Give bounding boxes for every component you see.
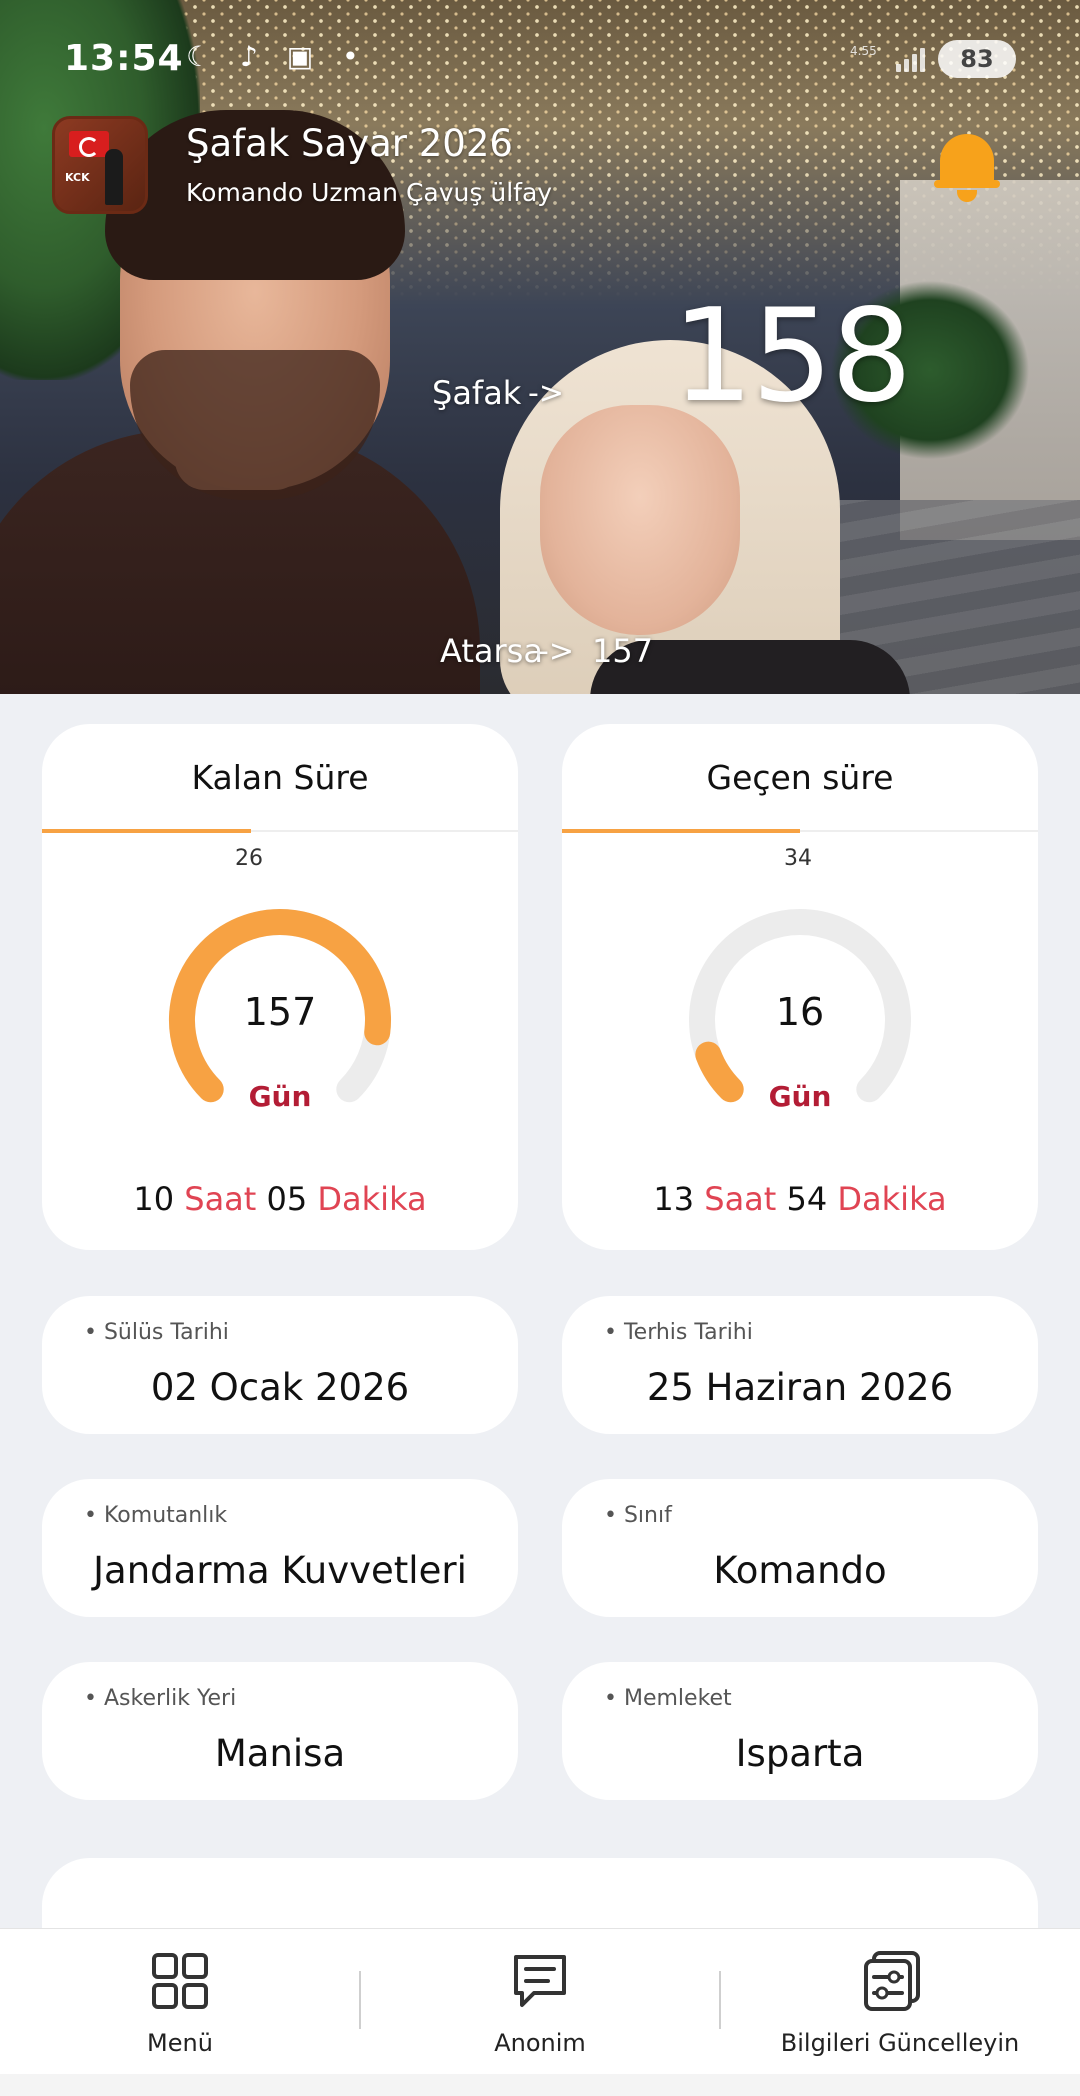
progress-number: 34 xyxy=(784,846,812,871)
hours-label: Saat xyxy=(704,1180,777,1218)
card-title: Kalan Süre xyxy=(191,758,369,797)
card-title: Geçen süre xyxy=(706,758,894,797)
enlist-date-card[interactable]: • Sülüs Tarihi 02 Ocak 2026 xyxy=(42,1296,518,1434)
atarsa-count: 157 xyxy=(592,632,654,670)
minutes-label: Dakika xyxy=(837,1180,947,1218)
flag-icon xyxy=(69,131,109,157)
elapsed-time-card[interactable]: Geçen süre 34 16 Gün 13 Saat 54 Dakika xyxy=(562,724,1038,1250)
safak-count: 158 xyxy=(672,282,912,431)
gauge-value: 16 xyxy=(775,990,825,1034)
minutes-label: Dakika xyxy=(317,1180,427,1218)
nav-label: Anonim xyxy=(494,2029,586,2057)
info-value: Isparta xyxy=(735,1732,865,1775)
chat-icon xyxy=(514,1955,566,2007)
nav-label: Menü xyxy=(147,2029,213,2057)
bell-icon[interactable] xyxy=(932,126,1002,206)
soldier-icon xyxy=(105,149,123,205)
atarsa-label: Atarsa xyxy=(440,632,543,670)
hometown-card[interactable]: • Memleket Isparta xyxy=(562,1662,1038,1800)
notification-icons: ☾ ♪ ▣ • xyxy=(186,40,369,73)
class-card[interactable]: • Sınıf Komando xyxy=(562,1479,1038,1617)
info-label: • Sınıf xyxy=(604,1503,672,1528)
info-value: Jandarma Kuvvetleri xyxy=(93,1549,467,1592)
app-title: Şafak Sayar 2026 xyxy=(186,122,513,165)
hero-photo-banner: 13:54 ☾ ♪ ▣ • 4.55 83 KCK Şafak Sayar 20… xyxy=(0,0,1080,694)
minutes-value: 54 xyxy=(786,1180,828,1218)
edit-settings-icon xyxy=(864,1951,920,2011)
progress-number: 26 xyxy=(235,846,263,871)
app-logo[interactable]: KCK xyxy=(52,116,148,214)
signal-icon xyxy=(896,48,932,72)
network-speed: 4.55 xyxy=(850,44,877,58)
nav-update-info-button[interactable]: Bilgileri Güncelleyin xyxy=(720,1929,1080,2069)
atarsa-arrow: -> xyxy=(538,634,574,669)
info-label: • Terhis Tarihi xyxy=(604,1320,753,1345)
system-nav-strip xyxy=(0,2074,1080,2096)
status-time: 13:54 xyxy=(64,38,184,79)
safak-arrow: -> xyxy=(528,376,564,411)
info-value: Manisa xyxy=(214,1732,346,1775)
info-label: • Askerlik Yeri xyxy=(84,1686,237,1711)
app-subtitle: Komando Uzman Çavuş ülfay xyxy=(186,178,553,207)
hours-value: 10 xyxy=(133,1180,175,1218)
remaining-time-card[interactable]: Kalan Süre 26 157 Gün 10 Saat 05 Dakika xyxy=(42,724,518,1250)
location-card[interactable]: • Askerlik Yeri Manisa xyxy=(42,1662,518,1800)
battery-icon: 83 xyxy=(938,40,1016,78)
info-value: Komando xyxy=(713,1549,887,1592)
discharge-date-card[interactable]: • Terhis Tarihi 25 Haziran 2026 xyxy=(562,1296,1038,1434)
info-value: 25 Haziran 2026 xyxy=(646,1366,954,1409)
command-card[interactable]: • Komutanlık Jandarma Kuvvetleri xyxy=(42,1479,518,1617)
status-bar: 13:54 ☾ ♪ ▣ • 4.55 83 xyxy=(0,0,1080,110)
progress-bar xyxy=(562,829,800,833)
gauge-value: 157 xyxy=(243,990,317,1034)
info-value: 02 Ocak 2026 xyxy=(150,1366,410,1409)
info-label: • Komutanlık xyxy=(84,1503,228,1528)
hours-label: Saat xyxy=(184,1180,257,1218)
nav-anon-button[interactable]: Anonim xyxy=(360,1929,720,2069)
grid-icon xyxy=(152,1953,208,2009)
gauge-unit: Gün xyxy=(768,1080,832,1113)
hours-value: 13 xyxy=(653,1180,695,1218)
remaining-time-detail: 10 Saat 05 Dakika xyxy=(42,1180,518,1218)
elapsed-time-detail: 13 Saat 54 Dakika xyxy=(562,1180,1038,1218)
info-label: • Memleket xyxy=(604,1686,732,1711)
gauge-unit: Gün xyxy=(248,1080,312,1113)
minutes-value: 05 xyxy=(266,1180,308,1218)
progress-bar xyxy=(42,829,251,833)
nav-menu-button[interactable]: Menü xyxy=(0,1929,360,2069)
nav-label: Bilgileri Güncelleyin xyxy=(780,2029,1020,2057)
info-label: • Sülüs Tarihi xyxy=(84,1320,229,1345)
bottom-nav: Menü Anonim Bilgileri Güncelleyin xyxy=(0,1928,1080,2096)
safak-label: Şafak xyxy=(432,374,522,412)
